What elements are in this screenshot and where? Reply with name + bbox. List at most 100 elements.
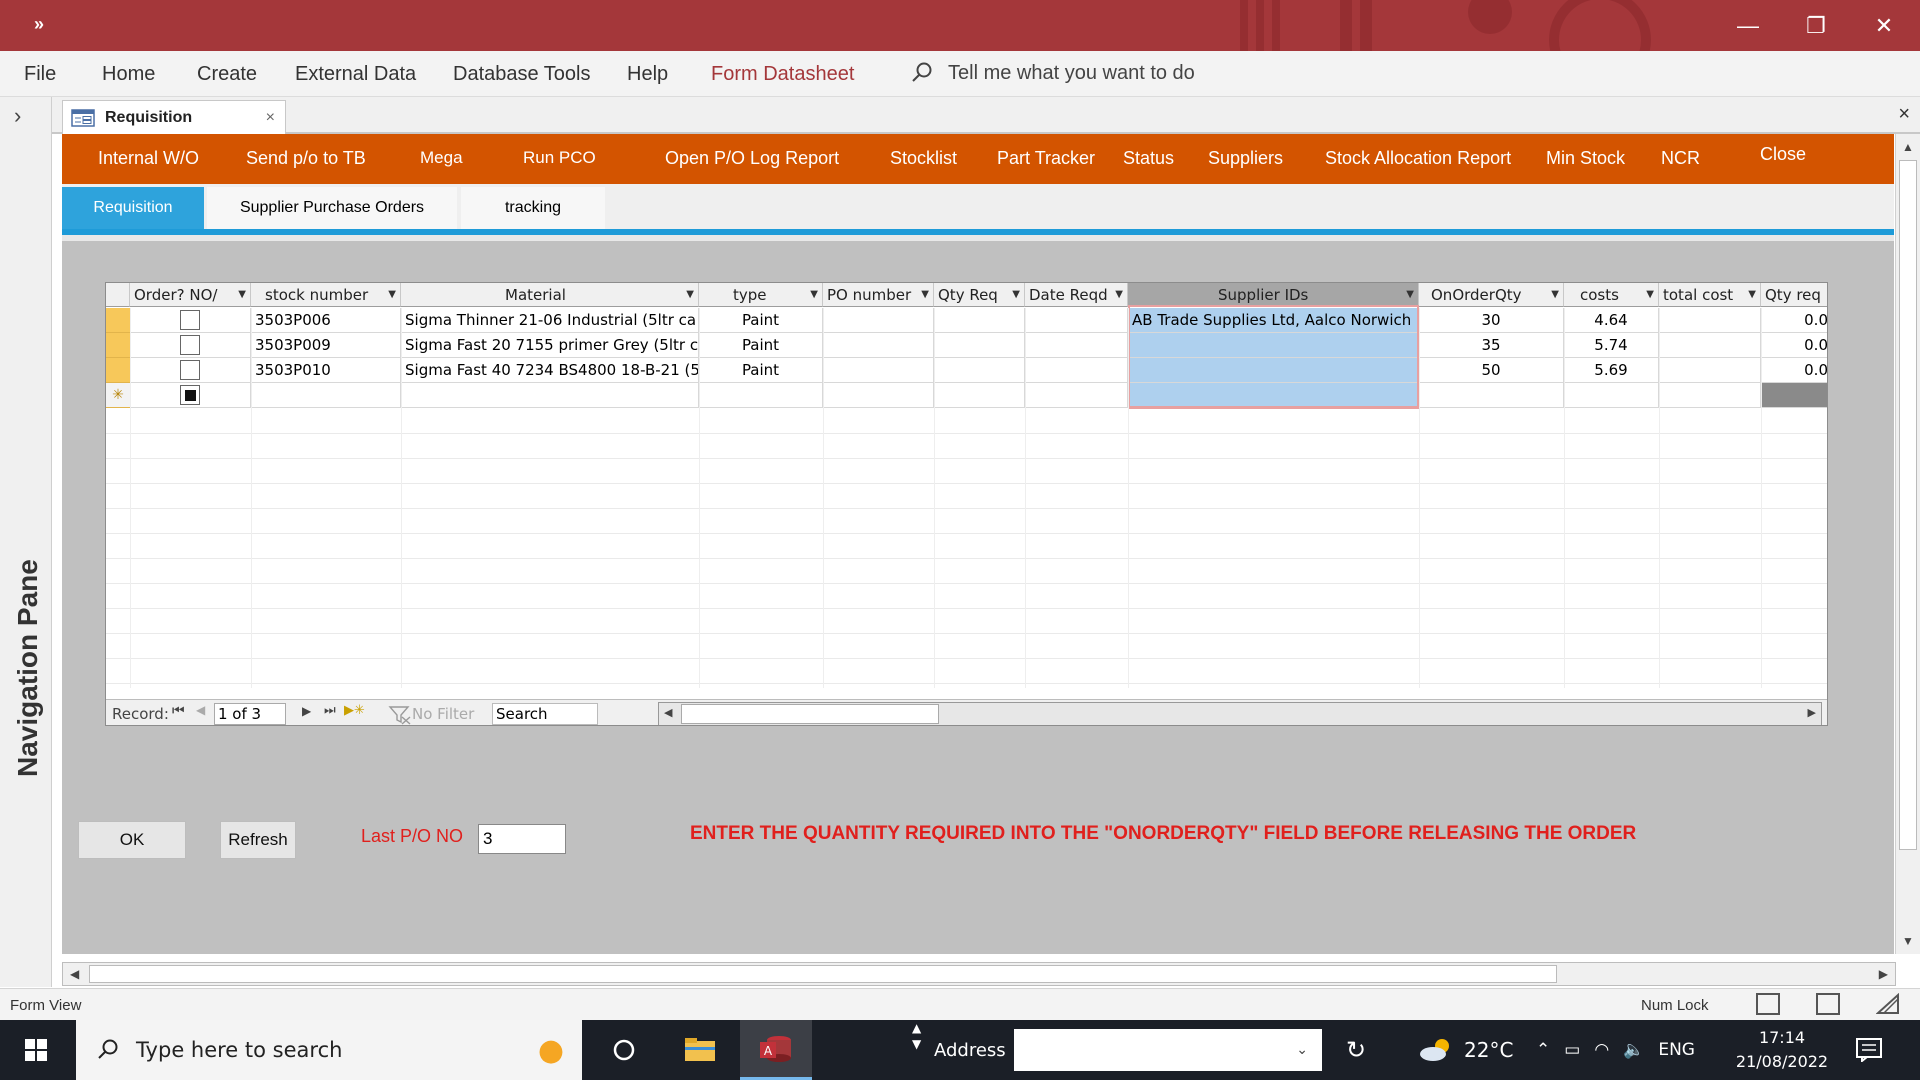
scroll-right-icon[interactable]: ▶ bbox=[1879, 967, 1888, 981]
previous-record-icon[interactable]: ◀ bbox=[196, 703, 205, 717]
new-record-cell[interactable] bbox=[1419, 383, 1564, 408]
next-record-icon[interactable]: ▶ bbox=[302, 704, 311, 718]
scroll-left-icon[interactable]: ◀ bbox=[664, 706, 672, 719]
ribbon-tab-file[interactable]: File bbox=[24, 63, 56, 86]
row-selector[interactable] bbox=[106, 358, 130, 383]
stocklist-button[interactable]: Stocklist bbox=[890, 148, 957, 169]
supplier-ids-cell[interactable] bbox=[1128, 358, 1419, 383]
ribbon-tab-database-tools[interactable]: Database Tools bbox=[453, 63, 591, 86]
tab-tracking[interactable]: tracking bbox=[461, 187, 605, 229]
requisition-datasheet[interactable]: Order? NO/▼ stock number ▼ Material ▼ type… bbox=[105, 282, 1828, 726]
refresh-button[interactable]: Refresh bbox=[220, 821, 296, 859]
total-cost-cell[interactable] bbox=[1659, 308, 1761, 333]
type-cell[interactable]: Paint bbox=[699, 308, 823, 333]
minimize-button[interactable]: — bbox=[1714, 0, 1782, 51]
tab-supplier-purchase-orders[interactable]: Supplier Purchase Orders bbox=[207, 187, 457, 229]
order-checkbox-cell[interactable] bbox=[130, 308, 251, 333]
design-view-icon[interactable] bbox=[1875, 992, 1900, 1015]
date-reqd-cell[interactable] bbox=[1025, 333, 1128, 358]
onorderqty-cell[interactable]: 35 bbox=[1419, 333, 1564, 358]
address-toolbar-scroll[interactable]: ▲ ▼ bbox=[912, 1020, 921, 1080]
scroll-right-icon[interactable]: ▶ bbox=[1808, 706, 1816, 719]
order-checkbox[interactable] bbox=[180, 335, 200, 355]
ribbon-tab-form-datasheet[interactable]: Form Datasheet bbox=[711, 63, 854, 86]
form-view-icon[interactable] bbox=[1756, 993, 1780, 1015]
new-record-cell[interactable] bbox=[1761, 383, 1827, 408]
scrollbar-thumb[interactable] bbox=[1899, 160, 1917, 850]
language-indicator[interactable]: ENG bbox=[1658, 1040, 1695, 1060]
column-header-order[interactable]: Order? NO/▼ bbox=[130, 283, 251, 307]
ribbon-tab-home[interactable]: Home bbox=[102, 63, 155, 86]
new-record-cell[interactable] bbox=[823, 383, 934, 408]
run-pco-button[interactable]: Run PCO bbox=[523, 148, 596, 168]
row-selector[interactable] bbox=[106, 308, 130, 333]
notification-icon[interactable] bbox=[1856, 1020, 1882, 1080]
stock-allocation-report-button[interactable]: Stock Allocation Report bbox=[1325, 148, 1511, 169]
qty-req-cell[interactable] bbox=[934, 333, 1025, 358]
chevron-down-icon[interactable]: ⌄ bbox=[1296, 1042, 1308, 1058]
last-po-input[interactable]: 3 bbox=[478, 824, 566, 854]
ncr-button[interactable]: NCR bbox=[1661, 148, 1700, 169]
task-view-icon[interactable] bbox=[588, 1020, 660, 1080]
close-form-button[interactable]: Close bbox=[1760, 144, 1806, 165]
close-tab-icon[interactable]: × bbox=[266, 109, 275, 127]
min-stock-button[interactable]: Min Stock bbox=[1546, 148, 1625, 169]
order-checkbox-cell[interactable] bbox=[130, 333, 251, 358]
column-header-qty-req[interactable]: Qty Req ▼ bbox=[934, 283, 1025, 307]
ribbon-tab-create[interactable]: Create bbox=[197, 63, 257, 86]
navigation-pane[interactable]: › Navigation Pane bbox=[0, 97, 52, 987]
taskbar-clock[interactable]: 17:14 21/08/2022 bbox=[1730, 1026, 1834, 1074]
date-reqd-cell[interactable] bbox=[1025, 308, 1128, 333]
stock-number-cell[interactable]: 3503P010 bbox=[251, 358, 401, 383]
order-checkbox[interactable] bbox=[180, 360, 200, 380]
material-cell[interactable]: Sigma Fast 20 7155 primer Grey (5ltr c bbox=[401, 333, 699, 358]
column-header-date-reqd[interactable]: Date Reqd ▼ bbox=[1025, 283, 1128, 307]
costs-cell[interactable]: 5.69 bbox=[1564, 358, 1659, 383]
send-po-to-tb-button[interactable]: Send p/o to TB bbox=[246, 148, 366, 169]
column-header-stock-number[interactable]: stock number ▼ bbox=[251, 283, 401, 307]
qty-req-cell[interactable] bbox=[934, 308, 1025, 333]
tab-requisition-page[interactable]: Requisition bbox=[62, 187, 204, 229]
datasheet-horizontal-scrollbar[interactable]: ◀ ▶ bbox=[658, 702, 1822, 725]
tab-requisition[interactable]: Requisition × bbox=[62, 100, 286, 134]
onorderqty-cell[interactable]: 30 bbox=[1419, 308, 1564, 333]
tell-me-search[interactable]: Tell me what you want to do bbox=[910, 61, 1195, 85]
wifi-icon[interactable]: ◠ bbox=[1594, 1040, 1609, 1060]
type-cell[interactable]: Paint bbox=[699, 358, 823, 383]
access-app-icon[interactable]: A bbox=[740, 1020, 812, 1080]
material-cell[interactable]: Sigma Thinner 21-06 Industrial (5ltr ca bbox=[401, 308, 699, 333]
scroll-left-icon[interactable]: ◀ bbox=[70, 967, 79, 981]
select-all-corner[interactable] bbox=[106, 283, 130, 307]
taskbar-search-box[interactable]: Type here to search ● bbox=[76, 1020, 582, 1080]
scroll-down-icon[interactable]: ▼ bbox=[1902, 934, 1914, 948]
costs-cell[interactable]: 5.74 bbox=[1564, 333, 1659, 358]
no-filter-label[interactable]: No Filter bbox=[412, 705, 474, 723]
ribbon-tab-help[interactable]: Help bbox=[627, 63, 668, 86]
new-record-cell[interactable] bbox=[401, 383, 699, 408]
new-record-cell[interactable] bbox=[934, 383, 1025, 408]
scrollbar-thumb[interactable] bbox=[681, 704, 939, 724]
qty-req-2-cell[interactable]: 0.0 bbox=[1761, 333, 1827, 358]
new-record-cell[interactable] bbox=[251, 383, 401, 408]
weather-widget[interactable]: 22°C bbox=[1418, 1020, 1513, 1080]
file-explorer-icon[interactable] bbox=[664, 1020, 736, 1080]
column-header-po-number[interactable]: PO number ▼ bbox=[823, 283, 934, 307]
part-tracker-button[interactable]: Part Tracker bbox=[997, 148, 1095, 169]
close-window-button[interactable]: ✕ bbox=[1850, 0, 1918, 51]
close-document-icon[interactable]: × bbox=[1898, 103, 1910, 126]
new-record-cell[interactable] bbox=[1564, 383, 1659, 408]
windows-start-icon[interactable] bbox=[0, 1020, 72, 1080]
quick-access-toolbar-expand[interactable]: » bbox=[34, 14, 44, 35]
supplier-ids-cell[interactable] bbox=[1128, 333, 1419, 358]
qty-req-2-cell[interactable]: 0.0 bbox=[1761, 358, 1827, 383]
po-number-cell[interactable] bbox=[823, 308, 934, 333]
new-record-cell[interactable] bbox=[699, 383, 823, 408]
new-record-supplier-cell[interactable] bbox=[1128, 383, 1419, 408]
ribbon-tab-external-data[interactable]: External Data bbox=[295, 63, 416, 86]
date-reqd-cell[interactable] bbox=[1025, 358, 1128, 383]
filter-icon[interactable] bbox=[388, 705, 412, 725]
material-cell[interactable]: Sigma Fast 40 7234 BS4800 18-B-21 (5 bbox=[401, 358, 699, 383]
column-header-material[interactable]: Material ▼ bbox=[401, 283, 699, 307]
record-search-input[interactable]: Search bbox=[492, 703, 598, 725]
form-horizontal-scrollbar[interactable]: ◀ ▶ bbox=[62, 962, 1896, 986]
